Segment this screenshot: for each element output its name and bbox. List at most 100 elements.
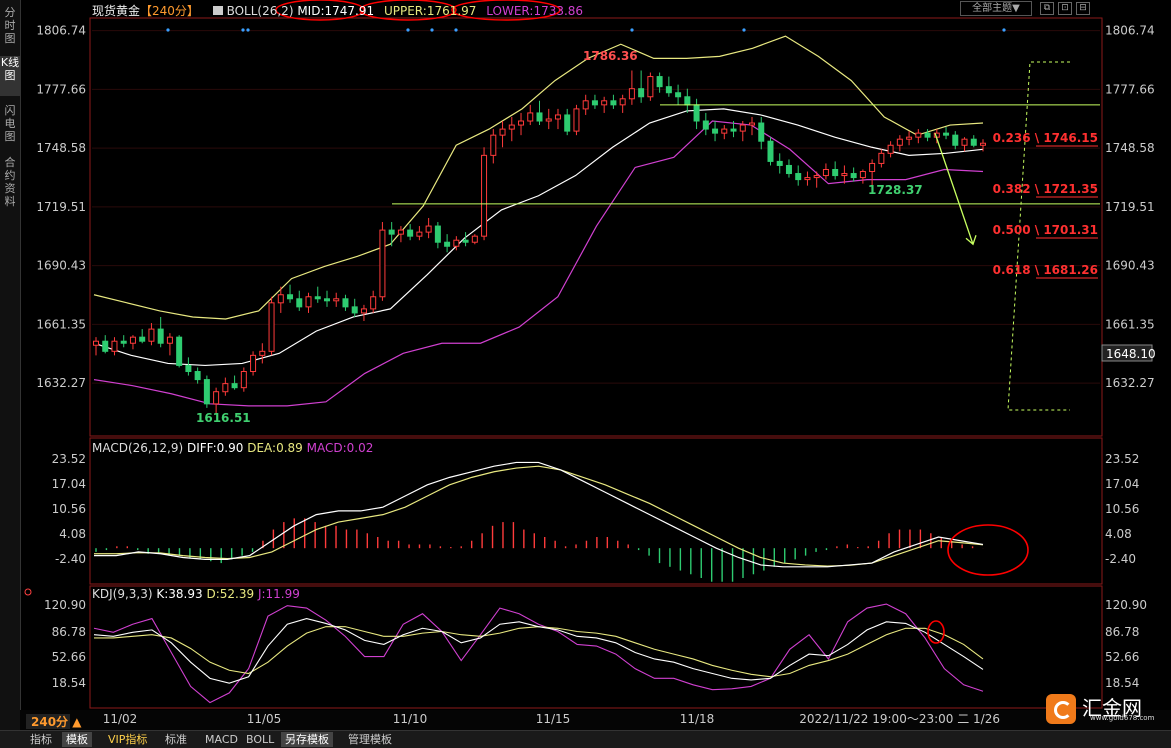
candle-body [591, 100, 598, 106]
candle-body [342, 298, 349, 308]
candle-body [305, 296, 312, 308]
candle-body [970, 138, 977, 146]
bottom-tab-save-template[interactable]: 另存模板 [281, 732, 333, 747]
candle-body [545, 118, 552, 122]
candle-body [628, 88, 635, 100]
macd-dea-line [94, 465, 984, 567]
instrument-name: 现货黄金 [92, 4, 141, 18]
candle-body [952, 134, 959, 146]
candle-body [508, 124, 515, 130]
price-tick-left: 1806.74 [36, 24, 86, 38]
fib-level-label: 0.236 \ 1746.15 [993, 131, 1098, 145]
candle-body [924, 132, 931, 138]
candle-body [518, 120, 525, 126]
bottom-tab-indicator[interactable]: 指标 [26, 732, 56, 747]
chart-header: 现货黄金【240分】 BOLL(26,2) MID:1747.91 UPPER:… [92, 2, 583, 19]
fib-level-label: 0.382 \ 1721.35 [993, 182, 1098, 196]
chart-canvas[interactable]: 1806.74 1806.74 1777.66 1777.66 1748.58 1748.… [0, 0, 1171, 730]
kdj-k-line [93, 618, 984, 684]
candle-body [610, 100, 617, 106]
macd-label: MACD(26,12,9) [92, 441, 184, 455]
candle-body [481, 154, 488, 237]
bottom-tab-manage-template[interactable]: 管理模板 [344, 732, 396, 747]
macd-tick-right: -2.40 [1105, 552, 1136, 566]
candle-body [268, 302, 275, 352]
macd-hist-value: MACD:0.02 [306, 441, 374, 455]
candle-body [139, 336, 146, 342]
candle-body [675, 92, 682, 98]
candle-body [878, 152, 885, 164]
kdj-d-line [94, 626, 984, 678]
candle-body [721, 128, 728, 134]
candle-body [813, 175, 820, 179]
date-tick-label: 11/18 [680, 712, 715, 726]
bottom-tab-macd[interactable]: MACD [201, 732, 242, 747]
macd-tick-left: -2.40 [55, 552, 86, 566]
macd-tick-left: 10.56 [52, 502, 86, 516]
candle-body [213, 391, 220, 405]
candle-body [120, 340, 127, 344]
indicator-settings-icon[interactable] [212, 6, 223, 15]
kdj-tick-left: 86.78 [52, 625, 86, 639]
candle-body [915, 132, 922, 138]
price-tick-left: 1661.35 [36, 317, 86, 331]
candle-body [859, 171, 866, 179]
period-label: 【240分】 [140, 4, 199, 18]
candle-body [758, 122, 765, 142]
price-tick-right: 1719.51 [1105, 200, 1155, 214]
fib-level-label: 0.500 \ 1701.31 [993, 223, 1098, 237]
window-restore-icon[interactable]: ⊡ [1058, 2, 1072, 15]
candle-body [287, 294, 294, 300]
price-tick-right: 1661.35 [1105, 317, 1155, 331]
kdj-panel-frame [89, 585, 1103, 709]
price-tick-left: 1748.58 [36, 141, 86, 155]
signal-dot [166, 28, 170, 32]
signal-dot [742, 28, 746, 32]
macd-highlight-circle [947, 524, 1029, 576]
bottom-tab-vip[interactable]: VIP指标 [104, 732, 151, 747]
candle-body [360, 308, 367, 314]
candle-body [702, 120, 709, 130]
price-tick-right: 1777.66 [1105, 82, 1155, 96]
date-tick-label: 11/05 [247, 712, 282, 726]
bottom-tab-template[interactable]: 模板 [62, 732, 92, 747]
kdj-tick-right: 86.78 [1105, 625, 1139, 639]
macd-panel-frame [89, 437, 1103, 585]
candle-body [370, 296, 377, 310]
candle-body [730, 128, 737, 132]
candle-body [832, 168, 839, 177]
window-minimize-icon[interactable]: ⊟ [1076, 2, 1090, 15]
last-price-label: 1648.10 [1106, 347, 1156, 361]
signal-dot [246, 28, 250, 32]
macd-dea-value: DEA:0.89 [247, 441, 303, 455]
bottom-tab-boll[interactable]: BOLL [242, 732, 278, 747]
candle-body [111, 340, 118, 352]
candle-body [407, 229, 414, 237]
kdj-tick-left: 120.90 [44, 598, 86, 612]
candle-body [259, 350, 266, 356]
swing-low-annotation: 1728.37 [868, 183, 923, 197]
candle-body [166, 336, 173, 344]
candle-body [656, 76, 663, 88]
kdj-settings-icon [24, 588, 32, 596]
macd-tick-right: 17.04 [1105, 477, 1139, 491]
candle-body [231, 383, 238, 389]
bottom-tab-standard[interactable]: 标准 [161, 732, 191, 747]
kdj-label: KDJ(9,3,3) [92, 587, 153, 601]
candle-body [943, 132, 950, 136]
signal-dot [1002, 28, 1006, 32]
theme-dropdown[interactable]: 全部主题▼ [960, 1, 1032, 16]
candle-body [841, 173, 848, 177]
kdj-header: KDJ(9,3,3) K:38.93 D:52.39 J:11.99 [92, 587, 300, 601]
candle-body [536, 112, 543, 122]
signal-dot [454, 28, 458, 32]
candle-body [323, 298, 330, 302]
window-tile-icon[interactable]: ⧉ [1040, 2, 1054, 15]
candle-body [647, 76, 654, 98]
kdj-tick-right: 18.54 [1105, 676, 1139, 690]
macd-tick-left: 17.04 [52, 477, 86, 491]
high-price-annotation: 1786.36 [583, 49, 638, 63]
price-tick-right: 1632.27 [1105, 376, 1155, 390]
candle-body [434, 225, 441, 243]
candle-body [93, 340, 99, 346]
